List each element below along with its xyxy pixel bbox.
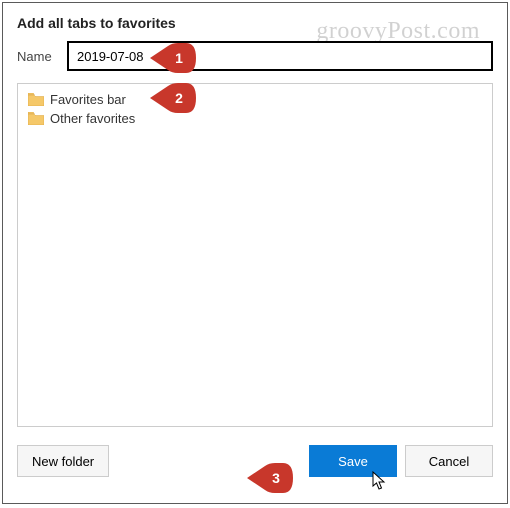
tree-item-label: Favorites bar	[50, 92, 126, 107]
tree-item-favorites-bar[interactable]: Favorites bar	[22, 90, 488, 109]
name-input[interactable]	[67, 41, 493, 71]
add-tabs-favorites-dialog: Add all tabs to favorites Name Favorites…	[2, 2, 508, 504]
save-button[interactable]: Save	[309, 445, 397, 477]
tree-item-label: Other favorites	[50, 111, 135, 126]
dialog-title: Add all tabs to favorites	[17, 15, 493, 31]
folder-icon	[28, 112, 44, 125]
button-row: New folder Save Cancel	[17, 445, 493, 477]
tree-item-other-favorites[interactable]: Other favorites	[22, 109, 488, 128]
name-row: Name	[17, 41, 493, 71]
folder-icon	[28, 93, 44, 106]
folder-tree[interactable]: Favorites bar Other favorites	[17, 83, 493, 427]
new-folder-button[interactable]: New folder	[17, 445, 109, 477]
name-label: Name	[17, 49, 57, 64]
cancel-button[interactable]: Cancel	[405, 445, 493, 477]
